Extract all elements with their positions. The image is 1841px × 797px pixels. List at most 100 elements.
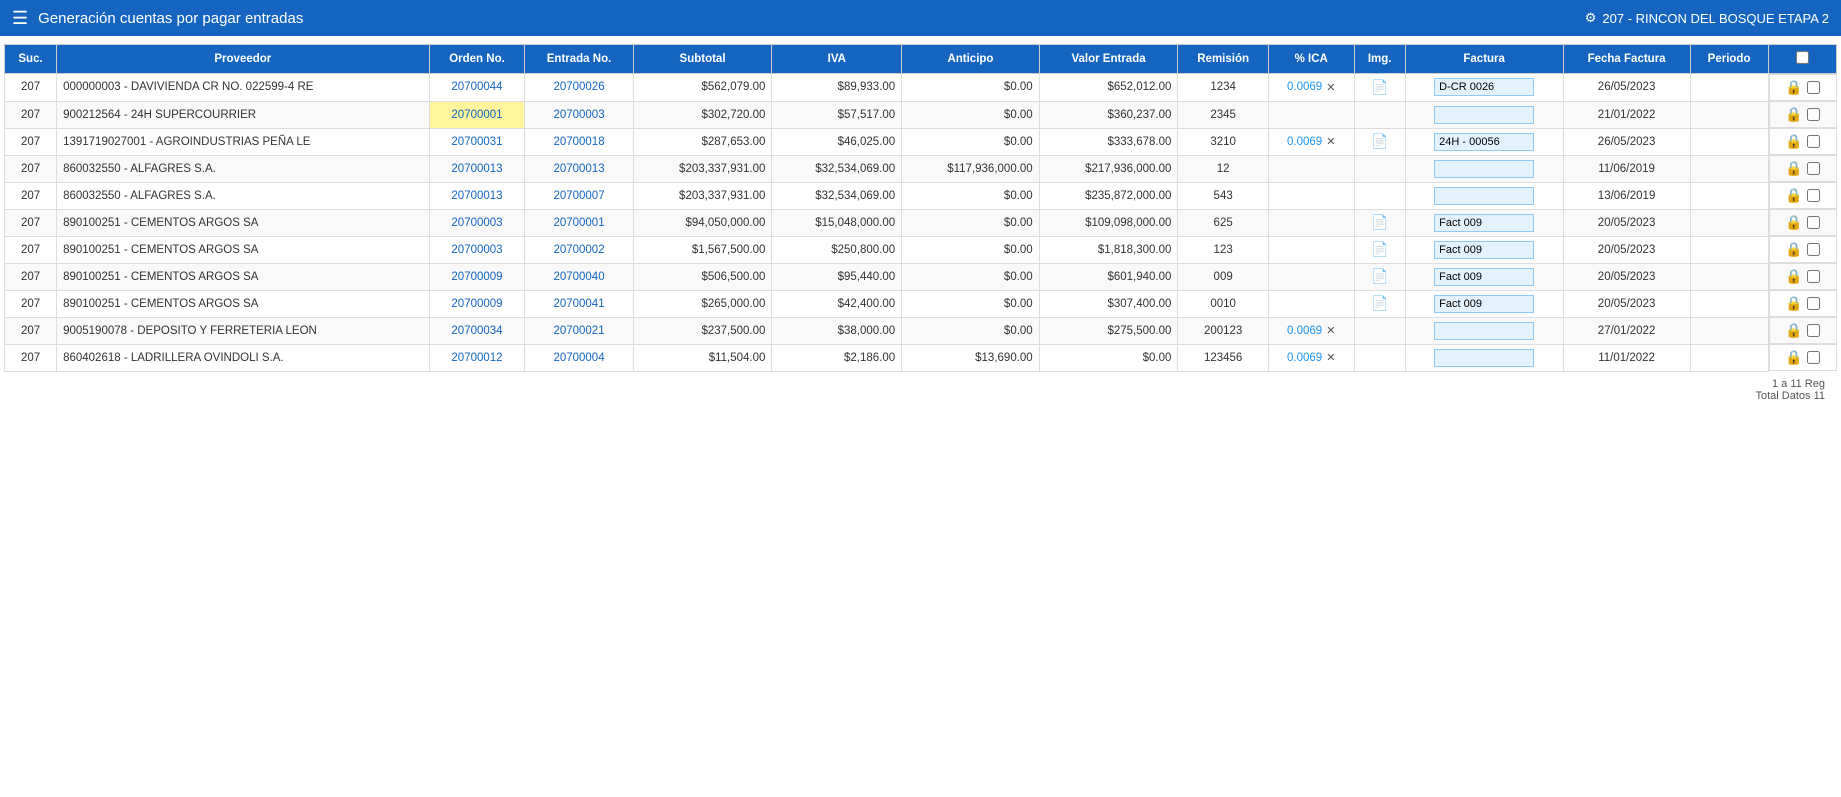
ica-clear-button[interactable]: ✕ [1326, 351, 1335, 364]
orden-link[interactable]: 20700009 [451, 298, 502, 310]
entrada-link[interactable]: 20700026 [553, 81, 604, 93]
document-icon[interactable]: 📄 [1371, 295, 1388, 311]
cell-orden[interactable]: 20700031 [429, 128, 525, 155]
entrada-link[interactable]: 20700041 [553, 298, 604, 310]
row-checkbox[interactable] [1807, 81, 1820, 94]
cell-factura[interactable] [1405, 74, 1563, 102]
cell-lock-checkbox[interactable]: 🔒 [1769, 290, 1837, 317]
cell-entrada[interactable]: 20700002 [525, 236, 633, 263]
document-icon[interactable]: 📄 [1371, 268, 1388, 284]
orden-link[interactable]: 20700031 [451, 136, 502, 148]
cell-orden[interactable]: 20700003 [429, 236, 525, 263]
cell-factura[interactable] [1405, 155, 1563, 182]
row-checkbox[interactable] [1807, 108, 1820, 121]
row-checkbox[interactable] [1807, 243, 1820, 256]
factura-input[interactable] [1434, 322, 1534, 340]
row-checkbox[interactable] [1807, 216, 1820, 229]
cell-factura[interactable] [1405, 209, 1563, 236]
cell-orden[interactable]: 20700009 [429, 290, 525, 317]
cell-entrada[interactable]: 20700040 [525, 263, 633, 290]
cell-lock-checkbox[interactable]: 🔒 [1769, 317, 1837, 344]
cell-orden[interactable]: 20700009 [429, 263, 525, 290]
cell-factura[interactable] [1405, 128, 1563, 155]
factura-input[interactable] [1434, 349, 1534, 367]
cell-entrada[interactable]: 20700018 [525, 128, 633, 155]
cell-factura[interactable] [1405, 263, 1563, 290]
lock-icon[interactable]: 🔒 [1785, 322, 1802, 339]
cell-factura[interactable] [1405, 290, 1563, 317]
select-all-checkbox[interactable] [1796, 51, 1809, 64]
cell-img[interactable]: 📄 [1354, 209, 1405, 236]
cell-factura[interactable] [1405, 182, 1563, 209]
cell-factura[interactable] [1405, 344, 1563, 371]
orden-link[interactable]: 20700003 [451, 244, 502, 256]
cell-factura[interactable] [1405, 236, 1563, 263]
hamburger-menu-icon[interactable]: ☰ [12, 8, 28, 29]
factura-input[interactable] [1434, 268, 1534, 286]
factura-input[interactable] [1434, 241, 1534, 259]
lock-icon[interactable]: 🔒 [1785, 241, 1802, 258]
factura-input[interactable] [1434, 78, 1534, 96]
cell-orden[interactable]: 20700044 [429, 74, 525, 102]
entrada-link[interactable]: 20700004 [553, 352, 604, 364]
factura-input[interactable] [1434, 106, 1534, 124]
row-checkbox[interactable] [1807, 189, 1820, 202]
row-checkbox[interactable] [1807, 351, 1820, 364]
lock-icon[interactable]: 🔒 [1785, 349, 1802, 366]
lock-icon[interactable]: 🔒 [1785, 268, 1802, 285]
orden-link[interactable]: 20700001 [451, 109, 502, 121]
cell-lock-checkbox[interactable]: 🔒 [1769, 155, 1837, 182]
cell-orden[interactable]: 20700034 [429, 317, 525, 344]
ica-clear-button[interactable]: ✕ [1326, 135, 1335, 148]
entrada-link[interactable]: 20700003 [553, 109, 604, 121]
orden-link[interactable]: 20700009 [451, 271, 502, 283]
row-checkbox[interactable] [1807, 297, 1820, 310]
cell-img[interactable]: 📄 [1354, 263, 1405, 290]
factura-input[interactable] [1434, 214, 1534, 232]
cell-orden[interactable]: 20700003 [429, 209, 525, 236]
orden-link[interactable]: 20700013 [451, 190, 502, 202]
cell-entrada[interactable]: 20700026 [525, 74, 633, 102]
lock-icon[interactable]: 🔒 [1785, 160, 1802, 177]
lock-icon[interactable]: 🔒 [1785, 214, 1802, 231]
settings-icon[interactable]: ⚙ [1585, 10, 1597, 26]
orden-link[interactable]: 20700034 [451, 325, 502, 337]
row-checkbox[interactable] [1807, 135, 1820, 148]
ica-clear-button[interactable]: ✕ [1326, 324, 1335, 337]
cell-lock-checkbox[interactable]: 🔒 [1769, 263, 1837, 290]
cell-orden[interactable]: 20700013 [429, 182, 525, 209]
orden-link[interactable]: 20700012 [451, 352, 502, 364]
cell-img[interactable]: 📄 [1354, 290, 1405, 317]
row-checkbox[interactable] [1807, 162, 1820, 175]
cell-orden[interactable]: 20700013 [429, 155, 525, 182]
cell-img[interactable]: 📄 [1354, 236, 1405, 263]
cell-lock-checkbox[interactable]: 🔒 [1769, 344, 1837, 371]
cell-factura[interactable] [1405, 101, 1563, 128]
cell-orden[interactable]: 20700012 [429, 344, 525, 371]
cell-entrada[interactable]: 20700041 [525, 290, 633, 317]
cell-entrada[interactable]: 20700004 [525, 344, 633, 371]
cell-img[interactable]: 📄 [1354, 74, 1405, 102]
lock-icon[interactable]: 🔒 [1785, 133, 1802, 150]
cell-lock-checkbox[interactable]: 🔒 [1769, 209, 1837, 236]
lock-icon[interactable]: 🔒 [1785, 106, 1802, 123]
factura-input[interactable] [1434, 160, 1534, 178]
cell-entrada[interactable]: 20700021 [525, 317, 633, 344]
orden-link[interactable]: 20700003 [451, 217, 502, 229]
factura-input[interactable] [1434, 187, 1534, 205]
cell-lock-checkbox[interactable]: 🔒 [1769, 128, 1837, 155]
lock-icon[interactable]: 🔒 [1785, 187, 1802, 204]
row-checkbox[interactable] [1807, 324, 1820, 337]
lock-icon[interactable]: 🔒 [1785, 79, 1802, 96]
cell-img[interactable]: 📄 [1354, 128, 1405, 155]
entrada-link[interactable]: 20700001 [553, 217, 604, 229]
entrada-link[interactable]: 20700007 [553, 190, 604, 202]
orden-link[interactable]: 20700013 [451, 163, 502, 175]
row-checkbox[interactable] [1807, 270, 1820, 283]
orden-link[interactable]: 20700044 [451, 81, 502, 93]
entrada-link[interactable]: 20700002 [553, 244, 604, 256]
entrada-link[interactable]: 20700018 [553, 136, 604, 148]
cell-lock-checkbox[interactable]: 🔒 [1769, 101, 1837, 128]
entrada-link[interactable]: 20700013 [553, 163, 604, 175]
factura-input[interactable] [1434, 295, 1534, 313]
